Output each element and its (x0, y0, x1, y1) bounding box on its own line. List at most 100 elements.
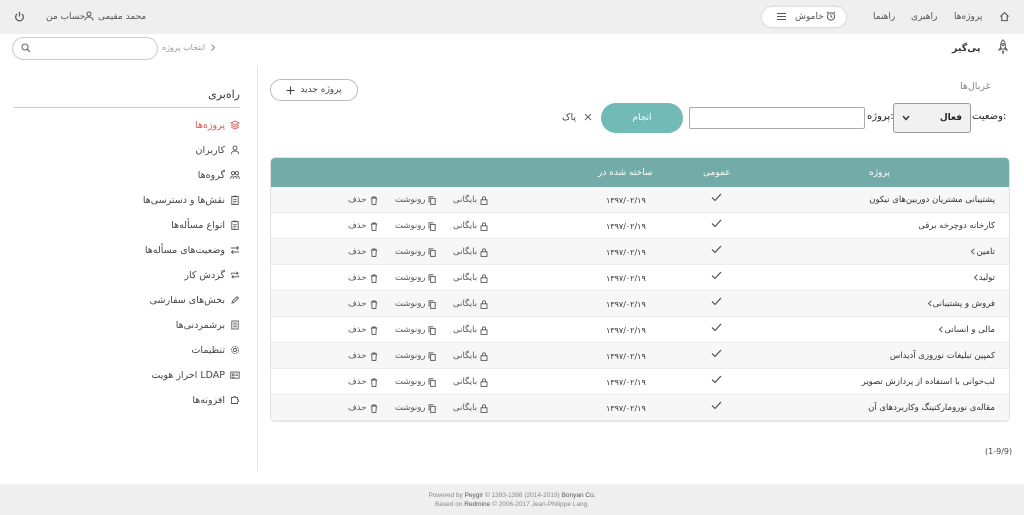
delete-label: حذف (348, 273, 367, 283)
copy-link[interactable]: رونوشت (395, 247, 437, 257)
sidebar-item-label: تنظیمات (191, 344, 225, 356)
trash-icon (370, 248, 378, 257)
close-icon[interactable] (584, 113, 592, 121)
archive-link[interactable]: بایگانی (453, 299, 488, 309)
sidebar-item[interactable]: احراز هویت LDAP (151, 365, 240, 385)
project-name-link[interactable]: تامین (966, 247, 995, 257)
status-filter-value: فعال (939, 113, 962, 123)
delete-link[interactable]: حذف (348, 273, 378, 283)
copy-icon (428, 273, 437, 283)
copy-link[interactable]: رونوشت (395, 273, 437, 283)
delete-link[interactable]: حذف (348, 403, 378, 413)
copy-link[interactable]: رونوشت (395, 403, 437, 413)
copy-label: رونوشت (395, 299, 426, 309)
col-header-project[interactable]: پروژه (869, 168, 890, 178)
delete-label: حذف (348, 325, 367, 335)
project-jump[interactable]: انتخاب پروژه (162, 43, 205, 52)
project-name: مقاله‌ی نورومارکتینگ وکاربردهای آن (868, 403, 995, 413)
archive-link[interactable]: بایگانی (453, 403, 488, 413)
archive-link[interactable]: بایگانی (453, 377, 488, 387)
sidebar-item[interactable]: کاربران (195, 140, 240, 160)
archive-link[interactable]: بایگانی (453, 247, 488, 257)
delete-link[interactable]: حذف (348, 195, 378, 205)
new-project-label: پروژه جدید (300, 85, 342, 95)
delete-link[interactable]: حذف (348, 377, 378, 387)
footer-peygir-link[interactable]: Peygir (465, 492, 483, 499)
lock-icon (480, 377, 488, 387)
check-icon (711, 323, 722, 332)
nav-admin[interactable]: راهبری (911, 12, 937, 22)
sidebar-item[interactable]: گردش کار (184, 265, 240, 285)
delete-link[interactable]: حذف (348, 325, 378, 335)
footer-line-2: Based on Redmine © 2006-2017 Jean-Philip… (0, 500, 1024, 509)
copy-label: رونوشت (395, 325, 426, 335)
delete-link[interactable]: حذف (348, 247, 378, 257)
status-filter-select[interactable]: فعال (893, 103, 971, 133)
delete-link[interactable]: حذف (348, 221, 378, 231)
copy-icon (428, 377, 437, 387)
trash-icon (370, 300, 378, 309)
archive-label: بایگانی (453, 299, 478, 309)
project-name-link[interactable]: پشتیبانی مشتریان دوربین‌های نیکون (869, 195, 995, 205)
sidebar-item[interactable]: نقش‌ها و دسترسی‌ها (143, 190, 240, 210)
archive-link[interactable]: بایگانی (453, 325, 488, 335)
sidebar-item[interactable]: افزونه‌ها (192, 390, 240, 410)
apply-button[interactable]: انجام (601, 103, 683, 133)
project-name-link[interactable]: لب‌خوانی با استفاده از پردازش تصویر (862, 377, 995, 387)
project-name-link[interactable]: کارخانه دوچرخه برقی (918, 221, 995, 231)
project-name-link[interactable]: تولید (969, 273, 995, 283)
list-icon (777, 12, 786, 21)
table-row: فروش و پشتیبانی ۱۳۹۷/۰۲/۱۹ بایگانی رونوشت حذ… (271, 291, 1009, 317)
sidebar-item[interactable]: تنظیمات (191, 340, 240, 360)
nav-help[interactable]: راهنما (873, 12, 895, 22)
my-account-link[interactable]: حساب من (46, 12, 85, 22)
copy-link[interactable]: رونوشت (395, 377, 437, 387)
search-input[interactable] (12, 37, 158, 60)
footer-redmine-link[interactable]: Redmine (464, 501, 490, 508)
home-icon[interactable] (999, 11, 1010, 22)
footer-based-on: Based on (434, 501, 463, 508)
table-row: کارخانه دوچرخه برقی ۱۳۹۷/۰۲/۱۹ بایگانی رونو… (271, 213, 1009, 239)
copy-link[interactable]: رونوشت (395, 221, 437, 231)
archive-link[interactable]: بایگانی (453, 351, 488, 361)
project-name-link[interactable]: کمپین تبلیغات نوروزی آدیداس (890, 351, 995, 361)
delete-link[interactable]: حذف (348, 351, 378, 361)
table-row: تامین ۱۳۹۷/۰۲/۱۹ بایگانی رونوشت حذف (271, 239, 1009, 265)
project-name-link[interactable]: فروش و پشتیبانی (923, 299, 995, 309)
sidebar-item[interactable]: برشمردنی‌ها (176, 315, 240, 335)
archive-link[interactable]: بایگانی (453, 195, 488, 205)
archive-link[interactable]: بایگانی (453, 221, 488, 231)
sidebar-item[interactable]: بخش‌های سفارشی (150, 290, 240, 310)
copy-icon (428, 351, 437, 361)
clear-link[interactable]: پاک (562, 112, 576, 123)
table-row: تولید ۱۳۹۷/۰۲/۱۹ بایگانی رونوشت حذف (271, 265, 1009, 291)
project-name-link[interactable]: مقاله‌ی نورومارکتینگ وکاربردهای آن (868, 403, 995, 413)
user-icon (230, 145, 240, 155)
nav-projects[interactable]: پروژه‌ها (954, 12, 982, 22)
footer-company-link[interactable]: Bonyan Co. (562, 492, 596, 499)
brand-name[interactable]: پی‌گیر (952, 43, 981, 54)
sidebar-item[interactable]: انواع مسأله‌ها (171, 215, 240, 235)
power-icon[interactable] (14, 11, 25, 22)
delete-label: حذف (348, 403, 367, 413)
copy-link[interactable]: رونوشت (395, 299, 437, 309)
col-header-public[interactable]: عمومی (703, 168, 731, 178)
project-filter-input[interactable] (689, 107, 865, 129)
rocket-logo-icon[interactable] (997, 39, 1009, 55)
trash-icon (370, 222, 378, 231)
archive-link[interactable]: بایگانی (453, 273, 488, 283)
project-name-link[interactable]: مالی و انسانی (934, 325, 995, 335)
delete-link[interactable]: حذف (348, 299, 378, 309)
copy-link[interactable]: رونوشت (395, 195, 437, 205)
lock-icon (480, 195, 488, 205)
copy-link[interactable]: رونوشت (395, 351, 437, 361)
copy-icon (428, 221, 437, 231)
col-header-created[interactable]: ساخته شده در (598, 168, 652, 178)
pencil-icon (230, 295, 240, 305)
user-name[interactable]: محمد مقیمی (98, 12, 146, 22)
sidebar-item[interactable]: وضعیت‌های مسأله‌ها (145, 240, 240, 260)
copy-link[interactable]: رونوشت (395, 325, 437, 335)
sidebar-item[interactable]: گروه‌ها (198, 165, 240, 185)
sidebar-item[interactable]: پروژه‌ها (195, 115, 240, 135)
new-project-button[interactable]: پروژه جدید (270, 79, 358, 101)
